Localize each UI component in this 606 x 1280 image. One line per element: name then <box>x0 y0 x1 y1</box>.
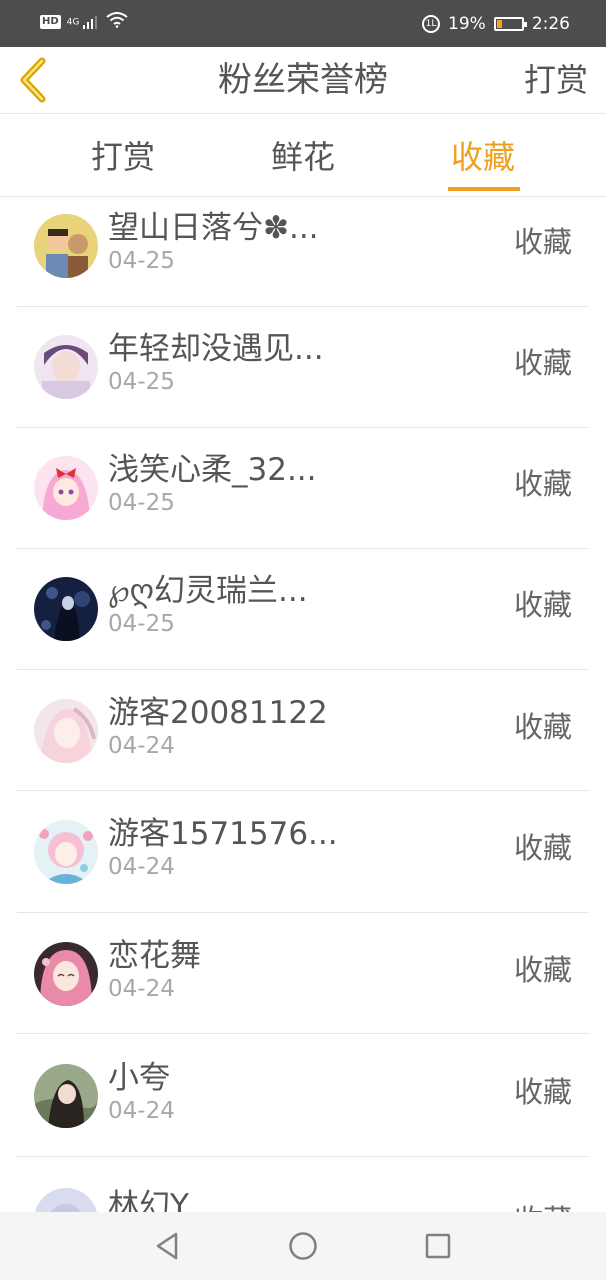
hd-badge: HD <box>40 15 61 29</box>
action-label: 收藏 <box>513 346 572 380</box>
fan-list: 望山日落兮✽... 04-25 收藏 年轻却没遇见... 04-25 收藏 浅笑… <box>0 197 606 1212</box>
fan-name: 浅笑心柔_32... <box>108 452 317 488</box>
action-label: 收藏 <box>513 588 572 622</box>
list-item[interactable]: 游客1571576... 04-24 收藏 <box>17 792 589 913</box>
list-item[interactable]: 小夸 04-24 收藏 <box>17 1036 589 1157</box>
avatar <box>34 942 98 1006</box>
list-item[interactable]: 游客20081122 04-24 收藏 <box>17 670 589 791</box>
triangle-back-icon <box>156 1232 178 1260</box>
nav-home-button[interactable] <box>287 1230 319 1262</box>
tab-favorites[interactable]: 收藏 <box>428 115 538 197</box>
action-label: 收藏 <box>513 467 572 501</box>
avatar <box>34 1064 98 1128</box>
navigation-bar <box>0 1212 606 1280</box>
battery-percent: 19% <box>448 13 486 34</box>
fan-name: 望山日落兮✽... <box>108 210 319 246</box>
page-title: 粉丝荣誉榜 <box>218 60 388 100</box>
clock: 2:26 <box>531 13 570 34</box>
fan-name: 林幻Y <box>108 1188 189 1212</box>
action-label: 收藏 <box>513 710 572 744</box>
status-bar: HD 4G 1L 19% 2:26 <box>0 0 606 47</box>
fan-name: 小夸 <box>108 1060 170 1096</box>
action-label: 收藏 <box>513 225 572 259</box>
action-label: 收藏 <box>513 831 572 865</box>
fan-date: 04-25 <box>108 248 175 274</box>
list-item[interactable]: ℘ღ幻灵瑞兰... 04-25 收藏 <box>17 549 589 670</box>
avatar <box>34 335 98 399</box>
battery-icon <box>493 16 527 31</box>
status-left: HD 4G <box>40 12 128 32</box>
action-label: 收藏 <box>513 1075 572 1109</box>
list-item[interactable]: 浅笑心柔_32... 04-25 收藏 <box>17 428 589 549</box>
avatar <box>34 820 98 884</box>
fan-date: 04-24 <box>108 976 175 1002</box>
fan-name: 年轻却没遇见... <box>108 331 324 367</box>
nav-recents-button[interactable] <box>422 1230 454 1262</box>
active-tab-indicator <box>448 187 520 191</box>
fan-name: ℘ღ幻灵瑞兰... <box>108 573 308 609</box>
status-right: 1L 19% 2:26 <box>422 0 570 47</box>
avatar <box>34 214 98 278</box>
action-label: 收藏 <box>514 1197 572 1212</box>
fan-date: 04-24 <box>108 854 175 880</box>
screen: HD 4G 1L 19% 2:26 粉丝荣誉榜 打赏 打赏 鲜花 收藏 望山日落… <box>0 0 606 1280</box>
fan-date: 04-25 <box>108 369 175 395</box>
signal-type: 4G <box>66 17 80 28</box>
signal-icon: 4G <box>67 15 101 29</box>
nav-back-button[interactable] <box>152 1230 184 1262</box>
avatar <box>34 1188 98 1212</box>
avatar <box>34 577 98 641</box>
avatar <box>34 456 98 520</box>
action-label: 收藏 <box>513 953 572 987</box>
fan-date: 04-24 <box>108 1098 175 1124</box>
fan-name: 游客1571576... <box>108 816 338 852</box>
circle-home-icon <box>289 1232 317 1260</box>
list-item[interactable]: 恋花舞 04-24 收藏 <box>17 913 589 1034</box>
list-item[interactable]: 林幻Y 收藏 <box>17 1158 589 1212</box>
tab-flowers[interactable]: 鲜花 <box>248 115 358 197</box>
fan-date: 04-25 <box>108 611 175 637</box>
fan-date: 04-25 <box>108 490 175 516</box>
list-item[interactable]: 望山日落兮✽... 04-25 收藏 <box>17 197 589 307</box>
tab-reward[interactable]: 打赏 <box>68 115 178 197</box>
fan-name: 游客20081122 <box>108 695 328 731</box>
tab-bar: 打赏 鲜花 收藏 <box>0 115 606 197</box>
list-item[interactable]: 年轻却没遇见... 04-25 收藏 <box>17 307 589 428</box>
fan-name: 恋花舞 <box>108 938 201 974</box>
reward-button[interactable]: 打赏 <box>524 47 588 114</box>
data-saver-icon: 1L <box>422 14 441 33</box>
wifi-icon <box>106 12 128 32</box>
avatar <box>34 699 98 763</box>
square-recents-icon <box>425 1233 451 1259</box>
app-header: 粉丝荣誉榜 打赏 <box>0 47 606 114</box>
fan-date: 04-24 <box>108 733 175 759</box>
